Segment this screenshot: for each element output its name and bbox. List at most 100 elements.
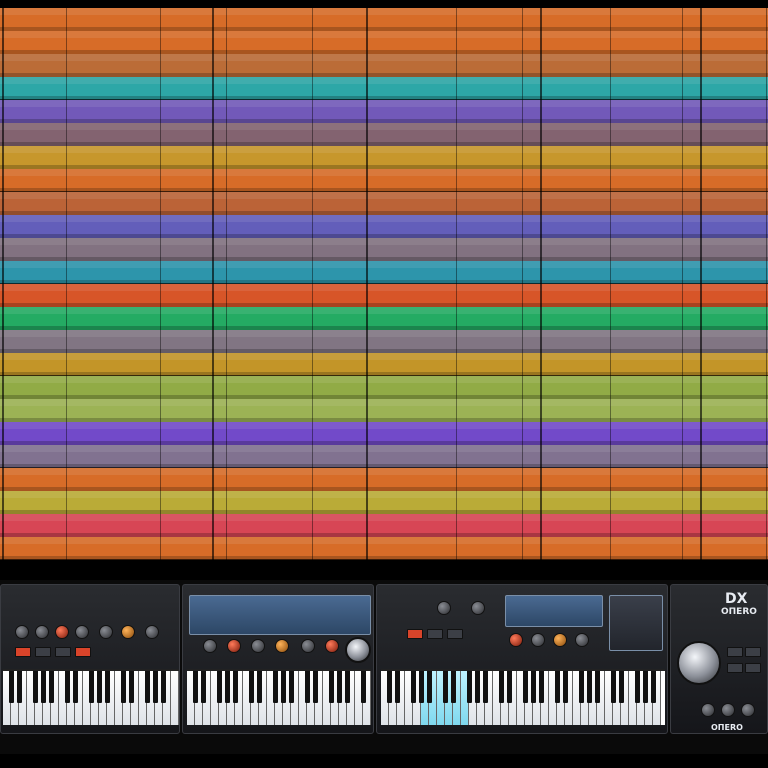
- button[interactable]: [745, 647, 761, 657]
- black-key[interactable]: [216, 671, 222, 703]
- black-key[interactable]: [232, 671, 238, 703]
- black-key[interactable]: [40, 671, 46, 703]
- black-key[interactable]: [16, 671, 22, 703]
- track-lane[interactable]: [0, 537, 768, 560]
- black-key[interactable]: [152, 671, 158, 703]
- black-key[interactable]: [304, 671, 310, 703]
- button[interactable]: [75, 647, 91, 657]
- knob[interactable]: [721, 703, 735, 717]
- black-key[interactable]: [120, 671, 126, 703]
- knob[interactable]: [35, 625, 49, 639]
- black-key[interactable]: [506, 671, 512, 703]
- knob[interactable]: [99, 625, 113, 639]
- track-lane[interactable]: [0, 445, 768, 468]
- black-key[interactable]: [200, 671, 206, 703]
- black-key[interactable]: [48, 671, 54, 703]
- black-key[interactable]: [104, 671, 110, 703]
- keyboard[interactable]: [381, 669, 665, 725]
- knob[interactable]: [203, 639, 217, 653]
- knob[interactable]: [701, 703, 715, 717]
- black-key[interactable]: [554, 671, 560, 703]
- black-key[interactable]: [280, 671, 286, 703]
- black-key[interactable]: [288, 671, 294, 703]
- knob[interactable]: [509, 633, 523, 647]
- black-key[interactable]: [394, 671, 400, 703]
- track-lane[interactable]: [0, 468, 768, 491]
- track-lane[interactable]: [0, 100, 768, 123]
- black-key[interactable]: [256, 671, 262, 703]
- black-key[interactable]: [328, 671, 334, 703]
- button[interactable]: [15, 647, 31, 657]
- black-key[interactable]: [248, 671, 254, 703]
- track-lane[interactable]: [0, 215, 768, 238]
- black-key[interactable]: [426, 671, 432, 703]
- track-lane[interactable]: [0, 54, 768, 77]
- knob[interactable]: [251, 639, 265, 653]
- track-lane[interactable]: [0, 422, 768, 445]
- black-key[interactable]: [450, 671, 456, 703]
- knob[interactable]: [121, 625, 135, 639]
- track-lane[interactable]: [0, 261, 768, 284]
- black-key[interactable]: [312, 671, 318, 703]
- black-key[interactable]: [344, 671, 350, 703]
- black-key[interactable]: [360, 671, 366, 703]
- black-key[interactable]: [562, 671, 568, 703]
- knob[interactable]: [741, 703, 755, 717]
- black-key[interactable]: [8, 671, 14, 703]
- knob[interactable]: [325, 639, 339, 653]
- black-key[interactable]: [272, 671, 278, 703]
- knob[interactable]: [531, 633, 545, 647]
- knob[interactable]: [301, 639, 315, 653]
- track-lane[interactable]: [0, 31, 768, 54]
- knob[interactable]: [275, 639, 289, 653]
- black-key[interactable]: [610, 671, 616, 703]
- black-key[interactable]: [96, 671, 102, 703]
- track-lane[interactable]: [0, 491, 768, 514]
- knob[interactable]: [75, 625, 89, 639]
- button[interactable]: [447, 629, 463, 639]
- black-key[interactable]: [538, 671, 544, 703]
- button[interactable]: [727, 647, 743, 657]
- track-lane[interactable]: [0, 192, 768, 215]
- black-key[interactable]: [594, 671, 600, 703]
- knob[interactable]: [227, 639, 241, 653]
- track-lane[interactable]: [0, 169, 768, 192]
- black-key[interactable]: [530, 671, 536, 703]
- track-lane[interactable]: [0, 146, 768, 169]
- black-key[interactable]: [336, 671, 342, 703]
- knob[interactable]: [575, 633, 589, 647]
- black-key[interactable]: [160, 671, 166, 703]
- volume-knob[interactable]: [345, 637, 371, 663]
- black-key[interactable]: [578, 671, 584, 703]
- knob[interactable]: [15, 625, 29, 639]
- track-lane[interactable]: [0, 376, 768, 399]
- black-key[interactable]: [642, 671, 648, 703]
- button[interactable]: [745, 663, 761, 673]
- track-lane[interactable]: [0, 307, 768, 330]
- track-lane[interactable]: [0, 399, 768, 422]
- keyboard[interactable]: [187, 669, 371, 725]
- white-key[interactable]: [171, 671, 179, 725]
- arrangement-view[interactable]: [0, 8, 768, 560]
- black-key[interactable]: [522, 671, 528, 703]
- volume-knob[interactable]: [677, 641, 721, 685]
- black-key[interactable]: [634, 671, 640, 703]
- black-key[interactable]: [586, 671, 592, 703]
- black-key[interactable]: [32, 671, 38, 703]
- keyboard[interactable]: [3, 669, 179, 725]
- black-key[interactable]: [474, 671, 480, 703]
- knob[interactable]: [55, 625, 69, 639]
- knob[interactable]: [553, 633, 567, 647]
- black-key[interactable]: [442, 671, 448, 703]
- black-key[interactable]: [386, 671, 392, 703]
- black-key[interactable]: [88, 671, 94, 703]
- black-key[interactable]: [64, 671, 70, 703]
- knob[interactable]: [471, 601, 485, 615]
- knob[interactable]: [145, 625, 159, 639]
- black-key[interactable]: [192, 671, 198, 703]
- black-key[interactable]: [482, 671, 488, 703]
- button[interactable]: [727, 663, 743, 673]
- knob[interactable]: [437, 601, 451, 615]
- button[interactable]: [407, 629, 423, 639]
- track-lane[interactable]: [0, 284, 768, 307]
